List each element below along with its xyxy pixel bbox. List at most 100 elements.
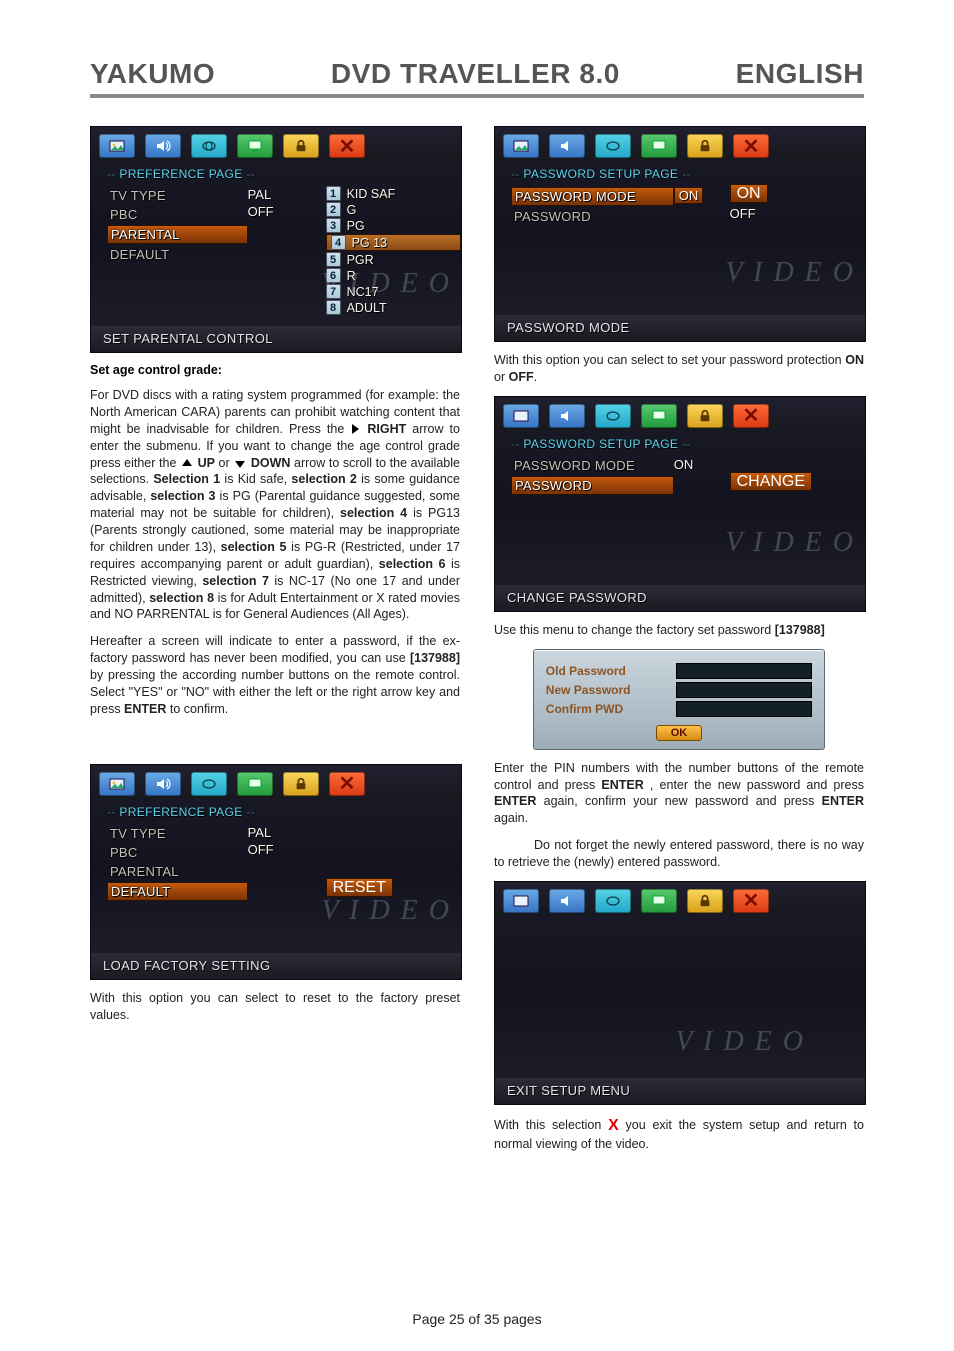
menu-item-password-mode[interactable]: PASSWORD MODE (511, 457, 674, 474)
old-password-field[interactable] (676, 663, 813, 679)
osd-body: PASSWORD MODE PASSWORD ON ON OFF V I D E… (495, 183, 865, 315)
rating-opt-1[interactable]: 1KID SAF (326, 186, 461, 201)
subtitle-tab-icon[interactable] (191, 772, 227, 796)
osd-breadcrumb: -- PASSWORD SETUP PAGE -- (495, 161, 865, 183)
reset-action[interactable]: RESET (326, 878, 393, 897)
rating-opt-8[interactable]: 8ADULT (326, 300, 461, 315)
lock-tab-icon[interactable] (687, 134, 723, 158)
osd-preference-parental: ✕ -- PREFERENCE PAGE -- TV TYPE PBC PARE… (90, 126, 462, 353)
osd-preference-default: ✕ -- PREFERENCE PAGE -- TV TYPE PBC PARE… (90, 764, 462, 980)
picture-tab-icon[interactable] (503, 134, 539, 158)
osd-footer-label: SET PARENTAL CONTROL (91, 326, 461, 352)
close-tab-icon[interactable]: ✕ (733, 404, 769, 428)
menu-item-password-mode[interactable]: PASSWORD MODE (511, 187, 674, 206)
osd-exit-setup: ✕ V I D E O EXIT SETUP MENU (494, 881, 866, 1105)
ok-button[interactable]: OK (656, 725, 703, 741)
rating-opt-2[interactable]: 2G (326, 202, 461, 217)
close-tab-icon[interactable]: ✕ (733, 134, 769, 158)
value-pbc: OFF (248, 842, 322, 857)
audio-tab-icon[interactable] (145, 772, 181, 796)
menu-item-pbc[interactable]: PBC (107, 844, 248, 861)
close-tab-icon[interactable]: ✕ (329, 772, 365, 796)
new-password-field[interactable] (676, 682, 813, 698)
audio-tab-icon[interactable] (145, 134, 181, 158)
brand: YAKUMO (90, 58, 215, 90)
close-tab-icon[interactable]: ✕ (733, 889, 769, 913)
picture-tab-icon[interactable] (99, 134, 135, 158)
option-off[interactable]: OFF (730, 206, 865, 221)
page-header: YAKUMO DVD TRAVELLER 8.0 ENGLISH (90, 58, 864, 98)
password-mode-caption: With this option you can select to set y… (494, 352, 864, 386)
osd-password-change: ✕ -- PASSWORD SETUP PAGE -- PASSWORD MOD… (494, 396, 866, 612)
exit-setup-caption: With this selection X you exit the syste… (494, 1115, 864, 1153)
rating-opt-5[interactable]: 5PGR (326, 252, 461, 267)
picture-tab-icon[interactable] (503, 889, 539, 913)
lock-tab-icon[interactable] (687, 889, 723, 913)
menu-item-tv-type[interactable]: TV TYPE (107, 187, 248, 204)
lock-tab-icon[interactable] (687, 404, 723, 428)
subtitle-tab-icon[interactable] (191, 134, 227, 158)
menu-item-password[interactable]: PASSWORD (511, 476, 674, 495)
password-dialog: Old Password New Password Confirm PWD OK (533, 649, 825, 750)
enter-pins-body: Enter the PIN numbers with the number bu… (494, 760, 864, 828)
rating-opt-7[interactable]: 7NC17 (326, 284, 461, 299)
down-arrow-icon (235, 461, 245, 468)
osd-breadcrumb: -- PREFERENCE PAGE -- (91, 161, 461, 183)
left-column: ✕ -- PREFERENCE PAGE -- TV TYPE PBC PARE… (90, 120, 460, 1163)
change-action[interactable]: CHANGE (730, 472, 812, 491)
audio-tab-icon[interactable] (549, 889, 585, 913)
confirm-password-field[interactable] (676, 701, 813, 717)
lock-tab-icon[interactable] (283, 134, 319, 158)
display-tab-icon[interactable] (641, 134, 677, 158)
value-pbc: OFF (248, 204, 322, 219)
rating-opt-6[interactable]: 6R (326, 268, 461, 283)
osd-footer-label: PASSWORD MODE (495, 315, 865, 341)
osd-body: PASSWORD MODE PASSWORD ON CHANGE V I D E… (495, 453, 865, 585)
product-name: DVD TRAVELLER 8.0 (331, 58, 620, 90)
password-hereafter-body: Hereafter a screen will indicate to ente… (90, 633, 460, 717)
subtitle-tab-icon[interactable] (595, 134, 631, 158)
exit-x-icon: X (608, 1117, 619, 1134)
menu-item-tv-type[interactable]: TV TYPE (107, 825, 248, 842)
subtitle-tab-icon[interactable] (595, 404, 631, 428)
menu-item-password[interactable]: PASSWORD (511, 208, 674, 225)
close-tab-icon[interactable]: ✕ (329, 134, 365, 158)
new-password-label: New Password (546, 683, 666, 697)
menu-item-default[interactable]: DEFAULT (107, 246, 248, 263)
osd-footer-label: EXIT SETUP MENU (495, 1078, 865, 1104)
option-on[interactable]: ON (730, 184, 768, 203)
two-column-layout: ✕ -- PREFERENCE PAGE -- TV TYPE PBC PARE… (90, 120, 864, 1163)
subtitle-tab-icon[interactable] (595, 889, 631, 913)
display-tab-icon[interactable] (641, 889, 677, 913)
menu-item-parental[interactable]: PARENTAL (107, 225, 248, 244)
picture-tab-icon[interactable] (99, 772, 135, 796)
osd-tab-strip: ✕ (495, 397, 865, 431)
menu-item-parental[interactable]: PARENTAL (107, 863, 248, 880)
lock-tab-icon[interactable] (283, 772, 319, 796)
osd-tab-strip: ✕ (495, 127, 865, 161)
value-password-mode: ON (674, 457, 726, 472)
audio-tab-icon[interactable] (549, 134, 585, 158)
rating-opt-4[interactable]: 4PG 13 (326, 234, 461, 251)
language-label: ENGLISH (736, 58, 864, 90)
old-password-label: Old Password (546, 664, 666, 678)
display-tab-icon[interactable] (641, 404, 677, 428)
menu-item-pbc[interactable]: PBC (107, 206, 248, 223)
display-tab-icon[interactable] (237, 772, 273, 796)
picture-tab-icon[interactable] (503, 404, 539, 428)
right-arrow-icon (352, 424, 359, 434)
reset-caption: With this option you can select to reset… (90, 990, 460, 1024)
osd-breadcrumb: -- PASSWORD SETUP PAGE -- (495, 431, 865, 453)
page-footer: Page 25 of 35 pages (0, 1311, 954, 1327)
confirm-password-row: Confirm PWD (546, 701, 812, 717)
display-tab-icon[interactable] (237, 134, 273, 158)
new-password-row: New Password (546, 682, 812, 698)
menu-item-default[interactable]: DEFAULT (107, 882, 248, 901)
up-arrow-icon (182, 459, 192, 466)
value-tv-type: PAL (248, 187, 322, 202)
rating-opt-3[interactable]: 3PG (326, 218, 461, 233)
osd-body: TV TYPE PBC PARENTAL DEFAULT PAL OFF RES… (91, 821, 461, 953)
audio-tab-icon[interactable] (549, 404, 585, 428)
video-watermark: V I D E O (676, 1026, 805, 1058)
value-tv-type: PAL (248, 825, 322, 840)
